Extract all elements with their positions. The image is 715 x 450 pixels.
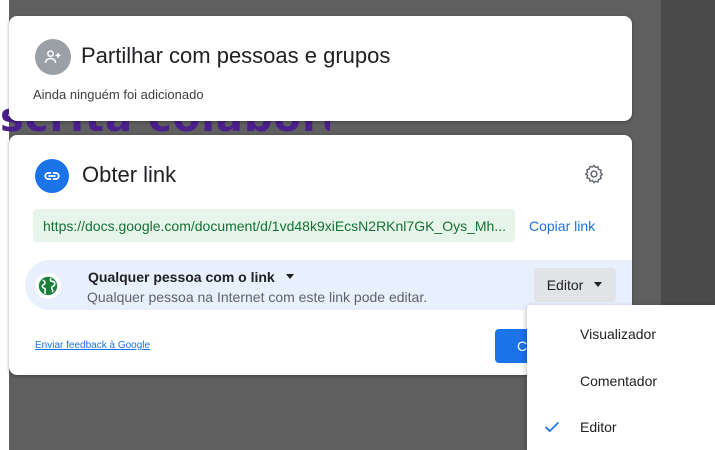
role-dropdown-label: Editor — [546, 277, 584, 293]
role-option-label: Editor — [580, 419, 617, 435]
globe-icon — [35, 273, 61, 299]
share-title: Partilhar com pessoas e grupos — [81, 43, 391, 68]
share-people-card: Partilhar com pessoas e grupos Ainda nin… — [9, 16, 632, 121]
share-status-text: Ainda ninguém foi adicionado — [33, 87, 204, 102]
role-option-viewer[interactable]: Visualizador — [527, 311, 715, 357]
access-description: Qualquer pessoa na Internet com este lin… — [87, 289, 428, 305]
gear-icon[interactable] — [581, 161, 607, 187]
checkmark-icon — [543, 418, 561, 439]
access-level-dropdown[interactable]: Qualquer pessoa com o link — [88, 269, 295, 285]
role-menu: Visualizador Comentador Editor — [527, 305, 715, 450]
send-feedback-link[interactable]: Enviar feedback à Google — [35, 340, 150, 351]
person-add-icon — [35, 39, 71, 75]
role-option-editor[interactable]: Editor — [527, 404, 715, 450]
role-option-commenter[interactable]: Comentador — [527, 358, 715, 404]
get-link-title: Obter link — [82, 162, 177, 187]
access-level-label: Qualquer pessoa com o link — [88, 269, 275, 285]
general-access-row: Qualquer pessoa com o link Qualquer pess… — [25, 260, 632, 310]
copy-link-button[interactable]: Copiar link — [529, 218, 595, 234]
caret-down-icon — [594, 282, 603, 287]
caret-down-icon — [285, 274, 294, 279]
share-url-field[interactable]: https://docs.google.com/document/d/1vd48… — [33, 209, 515, 242]
share-url-text: https://docs.google.com/document/d/1vd48… — [43, 217, 507, 234]
role-dropdown-button[interactable]: Editor — [534, 268, 616, 302]
link-icon — [35, 159, 69, 193]
role-option-label: Comentador — [580, 373, 658, 389]
role-option-label: Visualizador — [580, 326, 657, 342]
